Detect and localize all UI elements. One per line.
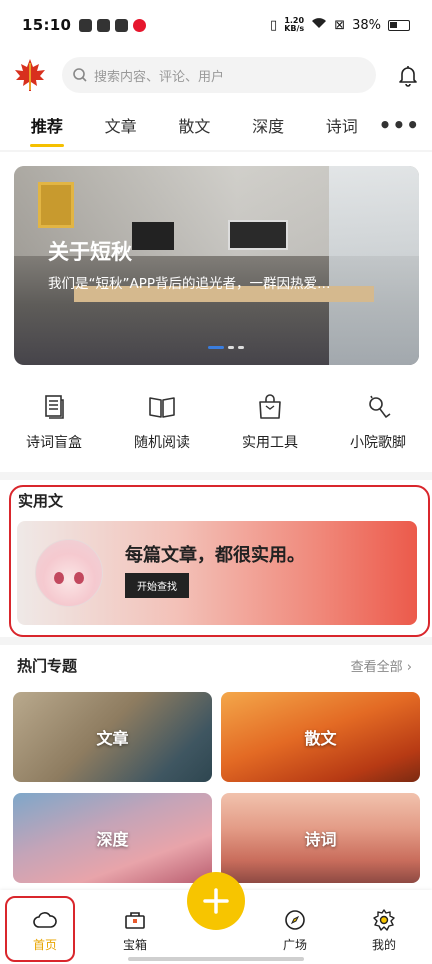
topic-prose[interactable]: 散文 — [221, 692, 420, 782]
nav-profile[interactable]: 我的 — [349, 908, 419, 953]
nav-label: 广场 — [282, 938, 307, 952]
vibrate-icon: ▯ — [270, 17, 278, 33]
notification-icons — [79, 18, 147, 32]
tab-prose[interactable]: 散文 — [157, 101, 231, 149]
app-icon — [97, 18, 111, 32]
home-indicator — [128, 957, 304, 961]
nav-square[interactable]: 广场 — [260, 908, 330, 953]
carousel-indicator — [208, 346, 244, 349]
shopping-bag-icon — [259, 394, 281, 419]
status-time: 15:10 — [22, 16, 72, 34]
maple-leaf-icon[interactable] — [12, 57, 48, 93]
nav-label: 宝箱 — [122, 938, 147, 952]
search-icon — [73, 68, 87, 82]
nav-treasure[interactable]: 宝箱 — [100, 908, 170, 953]
tab-recommend[interactable]: 推荐 — [10, 101, 84, 149]
open-book-icon — [149, 397, 175, 418]
carousel-dot — [208, 346, 224, 349]
gear-icon — [373, 909, 395, 931]
tab-depth[interactable]: 深度 — [231, 101, 305, 149]
tiktok-icon — [115, 18, 129, 32]
battery-percent: 38% — [352, 17, 381, 33]
search-placeholder: 搜索内容、评论、用户 — [94, 69, 225, 85]
quick-actions: 诗词盲盒 随机阅读 实用工具 小院歌脚 — [0, 380, 432, 472]
carousel-dot — [238, 346, 244, 349]
status-bar: 15:10 ▯ 1.20 KB/s ⊠ 38% — [0, 0, 432, 50]
more-tabs-icon[interactable]: ••• — [379, 113, 420, 137]
compass-icon — [285, 910, 305, 930]
banner-title: 关于短秋 — [48, 240, 132, 264]
nav-label: 我的 — [371, 938, 396, 952]
topic-poetry[interactable]: 诗词 — [221, 793, 420, 883]
banner-carousel[interactable]: 关于短秋 我们是“短秋”APP背后的追光者，一群因热爱… — [14, 166, 419, 365]
search-person-icon — [369, 395, 391, 418]
quick-courtyard[interactable]: 小院歌脚 — [324, 380, 432, 472]
banner-description: 我们是“短秋”APP背后的追光者，一群因热爱… — [48, 276, 331, 292]
hot-topics-section: 热门专题 查看全部 › 文章 散文 深度 诗词 — [0, 645, 432, 890]
tab-poetry[interactable]: 诗词 — [305, 101, 379, 149]
wifi-icon — [311, 17, 327, 33]
search-input[interactable]: 搜索内容、评论、用户 — [62, 57, 376, 93]
topic-label: 深度 — [96, 830, 129, 849]
cloud-icon — [79, 18, 93, 32]
weibo-icon — [133, 18, 147, 32]
bell-icon[interactable] — [396, 63, 420, 87]
battery-icon — [388, 19, 410, 31]
document-list-icon — [45, 395, 64, 419]
category-tabs: 推荐 文章 散文 深度 诗词 ••• — [0, 100, 432, 150]
topic-label: 散文 — [304, 729, 337, 748]
quick-tools[interactable]: 实用工具 — [216, 380, 324, 472]
view-all-link[interactable]: 查看全部 › — [351, 656, 412, 675]
banner-monitor — [132, 222, 174, 250]
carousel-dot — [228, 346, 234, 349]
topic-articles[interactable]: 文章 — [13, 692, 212, 782]
topic-label: 诗词 — [304, 830, 337, 849]
top-header: 搜索内容、评论、用户 — [0, 50, 432, 100]
add-post-button[interactable] — [187, 872, 245, 930]
banner-window — [329, 166, 419, 365]
treasure-box-icon — [125, 912, 145, 929]
quick-random-read[interactable]: 随机阅读 — [108, 380, 216, 472]
quick-action-label: 随机阅读 — [134, 435, 190, 451]
quick-action-label: 诗词盲盒 — [26, 435, 82, 451]
section-title: 热门专题 — [17, 657, 78, 675]
highlight-ring — [5, 896, 75, 962]
banner-section: 关于短秋 我们是“短秋”APP背后的追光者，一群因热爱… — [0, 152, 432, 380]
banner-painting — [38, 182, 74, 228]
network-speed: 1.20 KB/s — [284, 16, 305, 33]
highlight-ring — [9, 485, 430, 637]
topic-label: 文章 — [96, 729, 129, 748]
tab-articles[interactable]: 文章 — [84, 101, 158, 149]
no-sim-icon: ⊠ — [334, 17, 346, 33]
quick-action-label: 实用工具 — [242, 435, 298, 451]
plus-icon — [203, 888, 229, 914]
banner-monitor — [228, 220, 288, 250]
quick-action-label: 小院歌脚 — [350, 435, 406, 451]
topic-depth[interactable]: 深度 — [13, 793, 212, 883]
quick-poetry-blindbox[interactable]: 诗词盲盒 — [0, 380, 108, 472]
